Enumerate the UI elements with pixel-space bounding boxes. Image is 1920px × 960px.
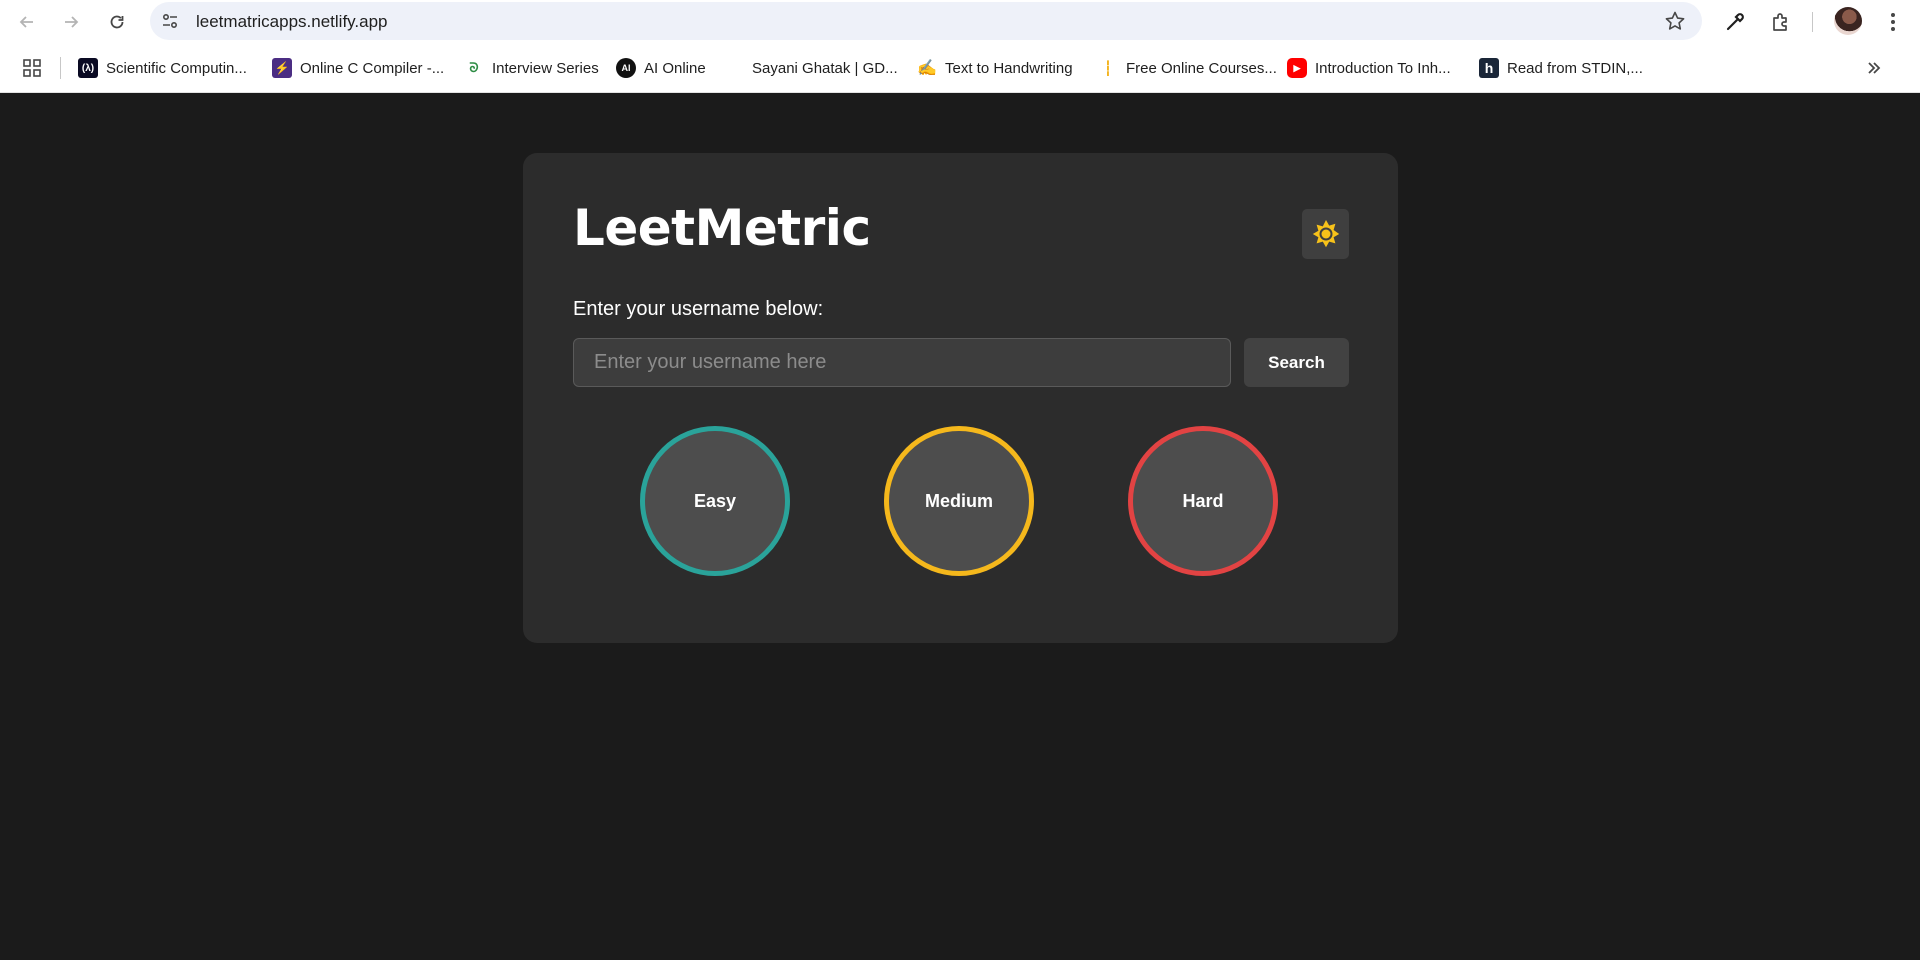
bookmarks-divider <box>60 57 61 79</box>
profile-avatar[interactable] <box>1834 7 1862 35</box>
bookmark-item[interactable]: (λ) Scientific Computin... <box>78 56 247 80</box>
bookmark-label: Interview Series <box>492 59 599 77</box>
browser-toolbar: leetmatricapps.netlify.app <box>0 0 1920 43</box>
bookmark-item[interactable]: ⚡ Online C Compiler -... <box>272 56 444 80</box>
sun-icon <box>1312 220 1339 248</box>
medium-progress-circle: Medium <box>884 426 1034 576</box>
username-prompt: Enter your username below: <box>573 298 824 320</box>
arrow-left-icon <box>19 16 33 28</box>
puzzle-icon <box>1773 13 1787 31</box>
forward-button[interactable] <box>58 9 84 35</box>
bookmark-label: Scientific Computin... <box>106 59 247 77</box>
bookmark-item[interactable]: ᘐ Interview Series <box>464 56 599 80</box>
medium-label: Medium <box>924 490 993 511</box>
eyedropper-icon <box>1726 13 1744 31</box>
more-bookmarks-icon[interactable] <box>1862 56 1886 80</box>
compiler-icon: ⚡ <box>272 58 292 78</box>
address-bar[interactable]: leetmatricapps.netlify.app <box>150 2 1702 40</box>
easy-label: Easy <box>693 490 737 511</box>
bookmark-item[interactable]: h Read from STDIN,... <box>1479 56 1643 80</box>
hard-progress-circle: Hard <box>1128 426 1278 576</box>
theme-toggle-button[interactable] <box>1302 209 1349 259</box>
menu-button[interactable] <box>1880 9 1906 35</box>
url-text[interactable]: leetmatricapps.netlify.app <box>196 12 388 32</box>
bookmark-label: Online C Compiler -... <box>300 59 445 77</box>
kebab-menu-icon <box>1891 13 1895 31</box>
bookmark-label: Introduction To Inh... <box>1315 59 1451 77</box>
easy-progress-circle: Easy <box>640 426 790 576</box>
eyedropper-button[interactable] <box>1722 9 1748 35</box>
reload-icon <box>110 15 124 29</box>
back-button[interactable] <box>14 9 40 35</box>
bookmark-label: Sayani Ghatak | GD... <box>752 59 898 77</box>
arrow-right-icon <box>65 16 79 28</box>
reload-button[interactable] <box>104 9 130 35</box>
hard-label: Hard <box>1182 490 1224 511</box>
ai-icon: AI <box>616 58 636 78</box>
hackerrank-icon: h <box>1479 58 1499 78</box>
bookmark-item[interactable]: ▶ Introduction To Inh... <box>1287 56 1451 80</box>
app-title: LeetMetric <box>573 199 871 257</box>
bookmark-label: AI Online <box>644 59 706 77</box>
bookmark-item[interactable]: ┆ Free Online Courses... <box>1098 56 1277 80</box>
bookmark-item[interactable]: Sayani Ghatak | GD... <box>752 56 898 80</box>
search-button[interactable]: Search <box>1244 338 1349 387</box>
bookmark-label: Text to Handwriting <box>945 59 1073 77</box>
bookmark-label: Read from STDIN,... <box>1507 59 1643 77</box>
courses-icon: ┆ <box>1103 59 1113 76</box>
extensions-button[interactable] <box>1768 9 1794 35</box>
apps-grid-icon[interactable] <box>22 58 42 78</box>
username-input[interactable] <box>573 338 1231 387</box>
leetmetric-card: LeetMetric Enter your username below: Se… <box>523 153 1398 643</box>
geeksforgeeks-icon: ᘐ <box>469 60 479 75</box>
bookmark-star-icon[interactable] <box>1664 10 1686 32</box>
toolbar-divider <box>1812 12 1813 32</box>
pen-icon: ✍ <box>917 60 937 77</box>
bookmark-label: Free Online Courses... <box>1126 59 1277 77</box>
bookmarks-bar: (λ) Scientific Computin... ⚡ Online C Co… <box>0 43 1920 93</box>
bookmark-item[interactable]: AI AI Online <box>616 56 706 80</box>
freecodecamp-icon: (λ) <box>78 58 98 78</box>
bookmark-item[interactable]: ✍ Text to Handwriting <box>917 56 1073 80</box>
youtube-icon: ▶ <box>1287 58 1307 78</box>
site-info-icon[interactable] <box>160 11 180 31</box>
